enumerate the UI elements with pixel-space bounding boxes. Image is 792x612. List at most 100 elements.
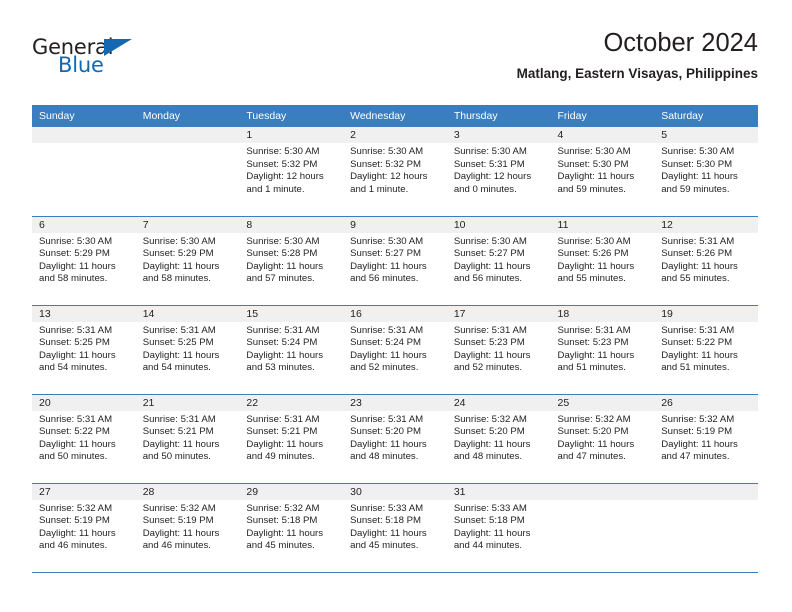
calendar-day-cell[interactable]: 28 Sunrise: 5:32 AM Sunset: 5:19 PM Dayligh… <box>135 483 240 573</box>
day-details: Sunrise: 5:31 AM Sunset: 5:22 PM Daylight:… <box>32 411 136 464</box>
calendar-day-cell[interactable]: 14 Sunrise: 5:31 AM Sunset: 5:25 PM Dayligh… <box>135 305 240 395</box>
calendar-day-cell[interactable]: 26 Sunrise: 5:32 AM Sunset: 5:19 PM Dayligh… <box>654 394 758 484</box>
calendar-day-cell[interactable]: 10 Sunrise: 5:30 AM Sunset: 5:27 PM Dayligh… <box>446 216 551 306</box>
daylight-text-line2: and 53 minutes. <box>246 362 315 374</box>
daylight-text-line2: and 47 minutes. <box>557 451 626 463</box>
calendar-day-cell[interactable]: 16 Sunrise: 5:31 AM Sunset: 5:24 PM Dayligh… <box>343 305 447 395</box>
day-number: 24 <box>446 394 551 411</box>
day-details: Sunrise: 5:30 AM Sunset: 5:27 PM Daylight:… <box>343 233 447 286</box>
day-details: Sunrise: 5:32 AM Sunset: 5:19 PM Daylight:… <box>654 411 758 464</box>
day-details: Sunrise: 5:31 AM Sunset: 5:24 PM Daylight:… <box>343 322 447 375</box>
calendar-cell-inner: 27 Sunrise: 5:32 AM Sunset: 5:19 PM Dayligh… <box>32 483 136 572</box>
sunset-text: Sunset: 5:21 PM <box>142 426 214 438</box>
calendar-day-cell[interactable]: 27 Sunrise: 5:32 AM Sunset: 5:19 PM Dayligh… <box>32 483 136 573</box>
calendar-cell-inner: 8 Sunrise: 5:30 AM Sunset: 5:28 PM Daylight… <box>239 216 344 305</box>
calendar-cell-inner: 21 Sunrise: 5:31 AM Sunset: 5:21 PM Dayligh… <box>135 394 240 483</box>
calendar-day-cell[interactable]: 18 Sunrise: 5:31 AM Sunset: 5:23 PM Dayligh… <box>550 305 655 395</box>
calendar-day-cell[interactable]: 24 Sunrise: 5:32 AM Sunset: 5:20 PM Dayligh… <box>446 394 551 484</box>
calendar-day-cell[interactable]: 21 Sunrise: 5:31 AM Sunset: 5:21 PM Dayligh… <box>135 394 240 484</box>
page-header: General Blue October 2024 Matlang, Easte… <box>32 28 758 98</box>
day-number: 6 <box>32 216 136 233</box>
sunrise-text: Sunrise: 5:31 AM <box>661 324 735 336</box>
daylight-text-line1: Daylight: 11 hours <box>557 349 635 361</box>
day-number: 2 <box>343 127 447 143</box>
calendar-day-cell[interactable]: 15 Sunrise: 5:31 AM Sunset: 5:24 PM Dayligh… <box>239 305 344 395</box>
sunset-text: Sunset: 5:22 PM <box>39 426 110 438</box>
day-details: Sunrise: 5:31 AM Sunset: 5:21 PM Daylight:… <box>136 411 240 464</box>
daylight-text-line2: and 44 minutes. <box>453 540 523 552</box>
daylight-text-line2: and 45 minutes. <box>246 540 315 552</box>
day-details: Sunrise: 5:32 AM Sunset: 5:20 PM Daylight:… <box>447 411 551 464</box>
day-details: Sunrise: 5:31 AM Sunset: 5:21 PM Daylight:… <box>239 411 343 464</box>
daylight-text-line2: and 46 minutes. <box>142 540 211 552</box>
calendar-day-cell[interactable]: 3 Sunrise: 5:30 AM Sunset: 5:31 PM Daylight… <box>446 127 551 217</box>
sunrise-text: Sunrise: 5:32 AM <box>39 502 113 514</box>
sunset-text: Sunset: 5:25 PM <box>142 337 214 349</box>
calendar-cell-inner: 25 Sunrise: 5:32 AM Sunset: 5:20 PM Dayligh… <box>550 394 655 483</box>
calendar-day-cell[interactable]: 20 Sunrise: 5:31 AM Sunset: 5:22 PM Dayligh… <box>32 394 136 484</box>
sunrise-text: Sunrise: 5:32 AM <box>557 413 631 425</box>
calendar-day-cell[interactable]: 25 Sunrise: 5:32 AM Sunset: 5:20 PM Dayligh… <box>550 394 655 484</box>
calendar-day-cell[interactable]: 17 Sunrise: 5:31 AM Sunset: 5:23 PM Dayligh… <box>446 305 551 395</box>
sunset-text: Sunset: 5:19 PM <box>142 515 214 527</box>
calendar-day-cell[interactable]: 6 Sunrise: 5:30 AM Sunset: 5:29 PM Daylight… <box>32 216 136 306</box>
daylight-text-line2: and 45 minutes. <box>350 540 419 552</box>
calendar-day-cell[interactable]: 23 Sunrise: 5:31 AM Sunset: 5:20 PM Dayligh… <box>343 394 447 484</box>
calendar-cell-inner: 26 Sunrise: 5:32 AM Sunset: 5:19 PM Dayligh… <box>654 394 758 483</box>
sunrise-text: Sunrise: 5:30 AM <box>350 235 424 247</box>
daylight-text-line2: and 50 minutes. <box>39 451 108 463</box>
weekday-header-sunday: Sunday <box>32 105 136 127</box>
calendar-day-cell[interactable]: 13 Sunrise: 5:31 AM Sunset: 5:25 PM Dayligh… <box>32 305 136 395</box>
daylight-text-line1: Daylight: 11 hours <box>39 438 116 450</box>
calendar-cell-empty <box>654 483 758 573</box>
daylight-text-line2: and 55 minutes. <box>557 273 626 285</box>
calendar-day-cell[interactable]: 19 Sunrise: 5:31 AM Sunset: 5:22 PM Dayligh… <box>654 305 758 395</box>
sunrise-text: Sunrise: 5:31 AM <box>246 413 320 425</box>
sunset-text: Sunset: 5:18 PM <box>246 515 318 527</box>
calendar-day-cell[interactable]: 30 Sunrise: 5:33 AM Sunset: 5:18 PM Dayligh… <box>343 483 447 573</box>
sunset-text: Sunset: 5:31 PM <box>453 158 525 170</box>
sunrise-text: Sunrise: 5:32 AM <box>661 413 735 425</box>
daylight-text-line2: and 54 minutes. <box>142 362 211 374</box>
calendar-header-row-group: Sunday Monday Tuesday Wednesday Thursday… <box>32 105 758 127</box>
sunrise-text: Sunrise: 5:30 AM <box>350 146 424 157</box>
day-details: Sunrise: 5:31 AM Sunset: 5:25 PM Daylight:… <box>32 322 136 375</box>
daylight-text-line1: Daylight: 11 hours <box>350 260 427 272</box>
daylight-text-line2: and 46 minutes. <box>39 540 108 552</box>
sunrise-text: Sunrise: 5:32 AM <box>246 502 320 514</box>
calendar-day-cell[interactable]: 1 Sunrise: 5:30 AM Sunset: 5:32 PM Daylight… <box>239 127 344 217</box>
daylight-text-line1: Daylight: 11 hours <box>246 349 324 361</box>
sunrise-text: Sunrise: 5:30 AM <box>453 235 527 247</box>
calendar-day-cell[interactable]: 7 Sunrise: 5:30 AM Sunset: 5:29 PM Daylight… <box>135 216 240 306</box>
sunrise-text: Sunrise: 5:30 AM <box>39 235 113 247</box>
day-details: Sunrise: 5:32 AM Sunset: 5:19 PM Daylight:… <box>136 500 240 553</box>
calendar-day-cell[interactable]: 4 Sunrise: 5:30 AM Sunset: 5:30 PM Daylight… <box>550 127 655 217</box>
day-details: Sunrise: 5:33 AM Sunset: 5:18 PM Daylight:… <box>447 500 551 553</box>
calendar-cell-empty <box>550 483 655 573</box>
sunset-text: Sunset: 5:27 PM <box>350 248 422 260</box>
calendar-week-row: 1 Sunrise: 5:30 AM Sunset: 5:32 PM Daylight… <box>32 127 758 217</box>
general-blue-logo[interactable]: General Blue <box>32 36 152 84</box>
calendar-day-cell[interactable]: 8 Sunrise: 5:30 AM Sunset: 5:28 PM Daylight… <box>239 216 344 306</box>
sunrise-text: Sunrise: 5:30 AM <box>661 146 735 157</box>
calendar-cell-inner: 2 Sunrise: 5:30 AM Sunset: 5:32 PM Daylight… <box>343 127 447 216</box>
calendar-day-cell[interactable]: 31 Sunrise: 5:33 AM Sunset: 5:18 PM Dayligh… <box>446 483 551 573</box>
calendar-day-cell[interactable]: 5 Sunrise: 5:30 AM Sunset: 5:30 PM Daylight… <box>654 127 758 217</box>
title-block: October 2024 Matlang, Eastern Visayas, P… <box>517 28 758 84</box>
calendar-day-cell[interactable]: 12 Sunrise: 5:31 AM Sunset: 5:26 PM Dayligh… <box>654 216 758 306</box>
calendar-cell-inner <box>654 483 758 572</box>
day-number: 8 <box>239 216 344 233</box>
calendar-cell-inner: 28 Sunrise: 5:32 AM Sunset: 5:19 PM Dayligh… <box>135 483 240 572</box>
day-number: 14 <box>135 305 240 322</box>
daylight-text-line2: and 56 minutes. <box>350 273 419 285</box>
calendar-day-cell[interactable]: 29 Sunrise: 5:32 AM Sunset: 5:18 PM Dayligh… <box>239 483 344 573</box>
calendar-cell-inner: 1 Sunrise: 5:30 AM Sunset: 5:32 PM Daylight… <box>239 127 344 216</box>
calendar-cell-inner: 12 Sunrise: 5:31 AM Sunset: 5:26 PM Dayligh… <box>654 216 758 305</box>
calendar-day-cell[interactable]: 2 Sunrise: 5:30 AM Sunset: 5:32 PM Daylight… <box>343 127 447 217</box>
daylight-text-line2: and 54 minutes. <box>39 362 108 374</box>
sunrise-text: Sunrise: 5:30 AM <box>453 146 527 157</box>
calendar-day-cell[interactable]: 22 Sunrise: 5:31 AM Sunset: 5:21 PM Dayligh… <box>239 394 344 484</box>
day-details: Sunrise: 5:31 AM Sunset: 5:26 PM Daylight:… <box>654 233 758 286</box>
calendar-day-cell[interactable]: 11 Sunrise: 5:30 AM Sunset: 5:26 PM Dayligh… <box>550 216 655 306</box>
calendar-day-cell[interactable]: 9 Sunrise: 5:30 AM Sunset: 5:27 PM Daylight… <box>343 216 447 306</box>
